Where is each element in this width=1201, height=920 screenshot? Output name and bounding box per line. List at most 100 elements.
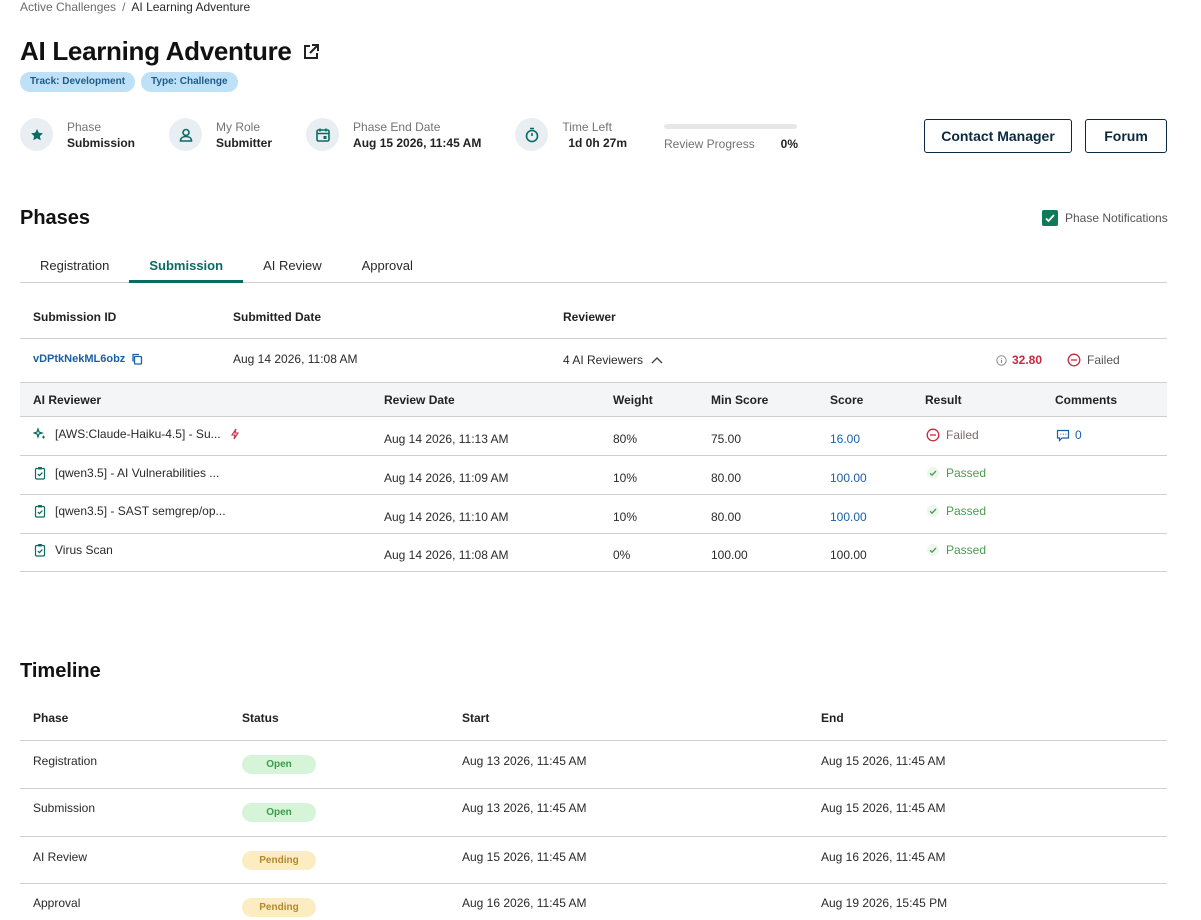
reviewers-toggle[interactable]: 4 AI Reviewers [563, 353, 663, 367]
timeline-status: Pending [242, 898, 316, 917]
check-circle-icon [927, 505, 939, 517]
review-progress-label: Review Progress [664, 137, 755, 151]
stat-end-date-value: Aug 15 2026, 11:45 AM [353, 135, 482, 150]
timeline-status: Pending [242, 851, 316, 870]
stat-role-value: Submitter [216, 135, 273, 150]
submission-result-text: Failed [1087, 353, 1120, 367]
info-icon [996, 354, 1007, 366]
ai-reviewer-name-cell: [qwen3.5] - AI Vulnerabilities ... [33, 466, 219, 480]
submission-id-link[interactable]: vDPtkNekML6obz [33, 353, 143, 365]
title-row: AI Learning Adventure [20, 36, 320, 67]
check-circle-icon [927, 544, 939, 556]
timeline-row: AI Review Pending Aug 15 2026, 11:45 AM … [20, 837, 1167, 884]
tab-registration[interactable]: Registration [20, 254, 129, 283]
header-ai-reviewer: AI Reviewer [33, 393, 102, 407]
header-start: Start [462, 711, 490, 725]
stat-phase-value: Submission [67, 135, 136, 150]
ai-reviewer-name: [qwen3.5] - AI Vulnerabilities ... [55, 466, 220, 480]
timeline-row: Approval Pending Aug 16 2026, 11:45 AM A… [20, 884, 1167, 920]
stat-time-left: Time Left 1d 0h 27m [515, 118, 627, 151]
tab-ai-review[interactable]: AI Review [243, 254, 342, 283]
contact-manager-button[interactable]: Contact Manager [924, 119, 1072, 153]
review-result: Passed [926, 504, 986, 518]
breadcrumb-separator: / [122, 0, 126, 14]
ai-reviewer-row[interactable]: [qwen3.5] - SAST semgrep/op... Aug 14 20… [20, 495, 1167, 534]
phase-notifications[interactable]: Phase Notifications [1042, 210, 1168, 226]
header-min-score: Min Score [711, 393, 769, 407]
copy-icon[interactable] [131, 353, 143, 365]
tab-approval[interactable]: Approval [342, 254, 433, 283]
status-badge: Open [242, 803, 316, 822]
comments-link[interactable]: 0 [1056, 428, 1082, 442]
tab-submission[interactable]: Submission [129, 254, 244, 283]
header-comments: Comments [1055, 393, 1118, 407]
reviewers-count: 4 AI Reviewers [563, 353, 644, 367]
header-end: End [821, 711, 844, 725]
timeline-start: Aug 16 2026, 11:45 AM [462, 896, 587, 910]
ai-reviewer-row[interactable]: [qwen3.5] - AI Vulnerabilities ... Aug 1… [20, 456, 1167, 495]
header-reviewer: Reviewer [563, 310, 616, 324]
user-icon [169, 118, 203, 151]
clipboard-check-icon [34, 505, 46, 518]
forum-button[interactable]: Forum [1085, 119, 1167, 153]
timeline-start: Aug 13 2026, 11:45 AM [462, 801, 587, 815]
timeline-status: Open [242, 803, 316, 822]
review-result-text: Passed [946, 466, 987, 480]
review-result: Failed [926, 428, 979, 442]
submission-result: Failed [1067, 353, 1120, 367]
timeline-row: Registration Open Aug 13 2026, 11:45 AM … [20, 741, 1167, 789]
review-progress: Review Progress 0% [664, 124, 798, 151]
timeline-table: Phase Status Start End Registration Open… [20, 700, 1167, 920]
ai-reviewer-name-cell: [qwen3.5] - SAST semgrep/op... [33, 504, 226, 518]
check-circle-icon [927, 467, 939, 479]
submitted-date: Aug 14 2026, 11:08 AM [233, 352, 358, 366]
stat-time-left-label: Time Left [562, 119, 612, 134]
timeline-phase: Registration [33, 754, 98, 768]
review-result-text: Failed [946, 428, 979, 442]
external-link-icon[interactable] [302, 43, 320, 61]
star-badge-icon [20, 118, 53, 151]
submission-id-text: vDPtkNekML6obz [33, 353, 126, 365]
review-result-text: Passed [946, 543, 987, 557]
timeline-phase: AI Review [33, 850, 88, 864]
ai-reviewer-row[interactable]: [AWS:Claude-Haiku-4.5] - Su... Aug 14 20… [20, 417, 1167, 456]
review-score-link[interactable]: 16.00 [830, 432, 860, 446]
sparkle-icon [33, 427, 46, 440]
review-date: Aug 14 2026, 11:10 AM [384, 510, 509, 524]
header-submission-id: Submission ID [33, 310, 117, 324]
phase-tabs: Registration Submission AI Review Approv… [20, 254, 1167, 283]
timeline-end: Aug 19 2026, 15:45 PM [821, 896, 948, 910]
tags: Track: Development Type: Challenge [20, 72, 238, 92]
breadcrumb-parent-link[interactable]: Active Challenges [20, 0, 116, 14]
timeline-status: Open [242, 755, 316, 774]
review-progress-value: 0% [780, 137, 798, 151]
timeline-end: Aug 15 2026, 11:45 AM [821, 754, 946, 768]
review-result: Passed [926, 543, 986, 557]
header-status: Status [242, 711, 279, 725]
review-weight: 80% [613, 432, 638, 446]
review-weight: 10% [613, 471, 638, 485]
stat-role-label: My Role [216, 119, 261, 134]
clipboard-check-icon [34, 544, 46, 557]
ai-reviewer-row[interactable]: Virus Scan Aug 14 2026, 11:08 AM 0% 100.… [20, 534, 1167, 572]
review-min-score: 75.00 [711, 432, 742, 446]
header-result: Result [925, 393, 962, 407]
header-weight: Weight [613, 393, 653, 407]
header-score: Score [830, 393, 864, 407]
breadcrumb: Active Challenges / AI Learning Adventur… [20, 0, 250, 14]
ai-reviewer-name: [qwen3.5] - SAST semgrep/op... [55, 504, 226, 518]
phases-title: Phases [20, 207, 91, 229]
challenge-stats: Phase Submission My Role Submitter Phase… [20, 118, 661, 151]
header-review-date: Review Date [384, 393, 455, 407]
review-score-link[interactable]: 100.00 [830, 471, 867, 485]
stopwatch-icon [515, 118, 549, 151]
review-progress-bar [664, 124, 797, 129]
status-badge: Pending [242, 851, 316, 870]
minus-circle-icon [1067, 353, 1081, 367]
stat-role: My Role Submitter [169, 118, 272, 151]
review-result: Passed [926, 466, 986, 480]
stat-phase-label: Phase [67, 119, 102, 134]
review-score-link[interactable]: 100.00 [830, 510, 867, 524]
phase-notifications-checkbox[interactable] [1042, 210, 1058, 226]
review-date: Aug 14 2026, 11:13 AM [384, 432, 509, 446]
